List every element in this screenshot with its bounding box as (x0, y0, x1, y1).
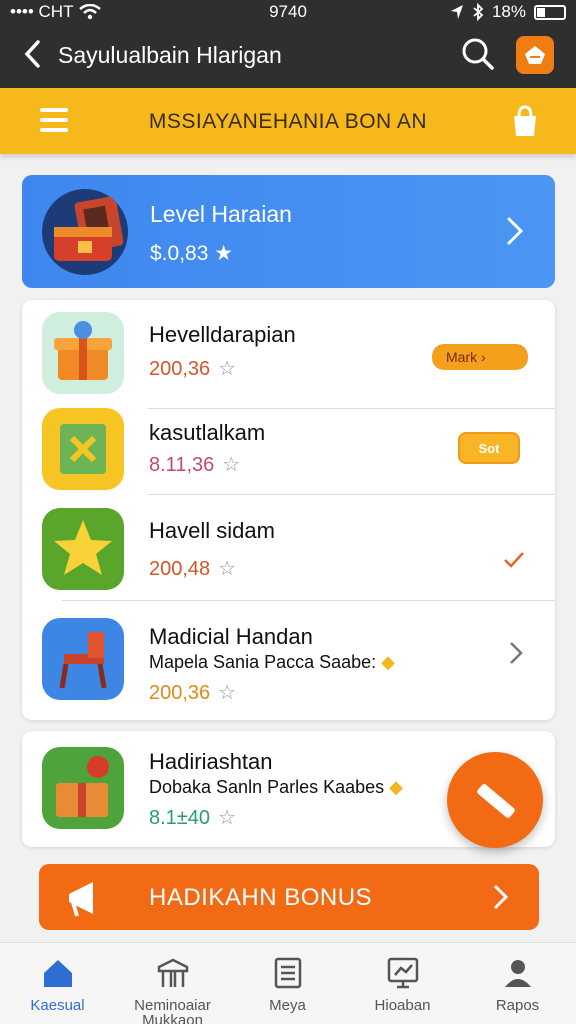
star-outline-icon: ☆ (218, 807, 236, 829)
item-title: Havell sidam (149, 518, 275, 543)
coin-icon: ◆ (389, 777, 404, 797)
chevron-right-icon (507, 217, 524, 245)
item-subtitle: Mapela Sania Pacca Saabe: ◆ (149, 652, 396, 672)
tab-profile[interactable]: Rapos (460, 943, 575, 1024)
promo-banner: MSSIAYANEHANIA BON AN (0, 88, 576, 154)
page-title: Sayulualbain Hlarigan (58, 42, 282, 68)
item-title: Madicial Handan (149, 624, 313, 649)
tab-notifications[interactable]: Neminoaiar Mukkaon (115, 943, 230, 1024)
chart-board-icon (387, 957, 419, 989)
treasure-chest-icon (54, 196, 124, 261)
tab-reports[interactable]: Hioaban (345, 943, 460, 1024)
tab-bar: Kaesual Neminoaiar Mukkaon Meya Hioaban … (0, 942, 576, 1024)
tab-label: Kaesual (30, 997, 85, 1014)
sot-chip[interactable]: Sot (458, 432, 520, 464)
document-icon (274, 957, 302, 989)
item-title: kasutlalkam (149, 420, 266, 445)
item-value: 200,48 ☆ (149, 558, 237, 580)
tab-label: Neminoaiar Mukkaon (134, 997, 211, 1024)
user-icon (505, 960, 531, 987)
reward-list: Hevelldarapian 200,36 ☆ Mark › kasutlalka… (22, 300, 555, 720)
chair-icon (42, 618, 124, 700)
star-outline-icon: ☆ (218, 682, 237, 704)
bluetooth-icon (473, 3, 484, 21)
list-item[interactable]: Madicial Handan Mapela Sania Pacca Saabe… (22, 600, 555, 720)
green-box-icon (42, 408, 124, 490)
battery-percent: 18% (491, 2, 526, 21)
list-item[interactable]: Hevelldarapian 200,36 ☆ Mark › (22, 300, 555, 408)
location-arrow-icon (450, 5, 463, 19)
item-value: 200,36 ☆ (149, 358, 237, 380)
search-icon (462, 38, 494, 70)
tab-list[interactable]: Meya (230, 943, 345, 1024)
level-thumbnail (42, 189, 128, 275)
star-outline-icon: ☆ (222, 454, 241, 476)
back-button[interactable] (16, 38, 48, 70)
chevron-right-icon (493, 884, 509, 910)
battery-icon (534, 4, 566, 20)
item-title: Hevelldarapian (149, 322, 296, 347)
store-icon-button[interactable] (516, 36, 554, 74)
tab-label: Meya (269, 997, 306, 1014)
bonus-label: HADIKAHN BONUS (149, 884, 373, 911)
list-item[interactable]: Havell sidam 200,48 ☆ (22, 494, 555, 600)
star-outline-icon: ☆ (218, 558, 237, 580)
item-value: 8.1±40 ☆ (149, 807, 236, 829)
tab-home[interactable]: Kaesual (0, 943, 115, 1024)
status-right: 18% (450, 2, 566, 22)
status-bar: •••• CHT 9740 18% (0, 0, 576, 24)
tab-label: Hioaban (374, 997, 431, 1014)
star-outline-icon: ☆ (218, 358, 237, 380)
item-value: 200,36 ☆ (149, 682, 237, 704)
mark-badge[interactable]: Mark › (432, 344, 528, 370)
gift-package-icon (42, 747, 124, 829)
store-icon (525, 46, 545, 64)
home-icon (44, 960, 72, 987)
gift-bag-icon[interactable] (508, 104, 542, 138)
search-button[interactable] (460, 36, 496, 72)
nav-bar: Sayulualbain Hlarigan (0, 24, 576, 88)
banner-title: MSSIAYANEHANIA BON AN (148, 110, 428, 133)
megaphone-icon (69, 882, 93, 917)
shop-icon (157, 958, 189, 987)
item-value: 8.11,36 ☆ (149, 454, 241, 476)
bonus-button[interactable]: HADIKAHN BONUS (39, 864, 539, 930)
checkmark-icon (504, 552, 524, 568)
level-title: Level Haraian (150, 201, 292, 227)
item-title: Hadiriashtan (149, 749, 273, 774)
level-card[interactable]: Level Haraian $.0,83 ★ (22, 175, 555, 288)
list-item[interactable]: kasutlalkam 8.11,36 ☆ Sot (22, 408, 555, 494)
floating-edit-button[interactable] (447, 752, 543, 848)
chevron-right-icon (510, 642, 523, 664)
level-value: $.0,83 ★ (150, 242, 234, 265)
coin-icon: ◆ (381, 652, 396, 672)
gift-box-icon (42, 312, 124, 394)
star-badge-icon (42, 508, 124, 590)
item-subtitle: Dobaka Sanln Parles Kaabes ◆ (149, 777, 404, 797)
tab-label: Rapos (495, 997, 540, 1014)
chevron-left-icon (24, 40, 40, 68)
